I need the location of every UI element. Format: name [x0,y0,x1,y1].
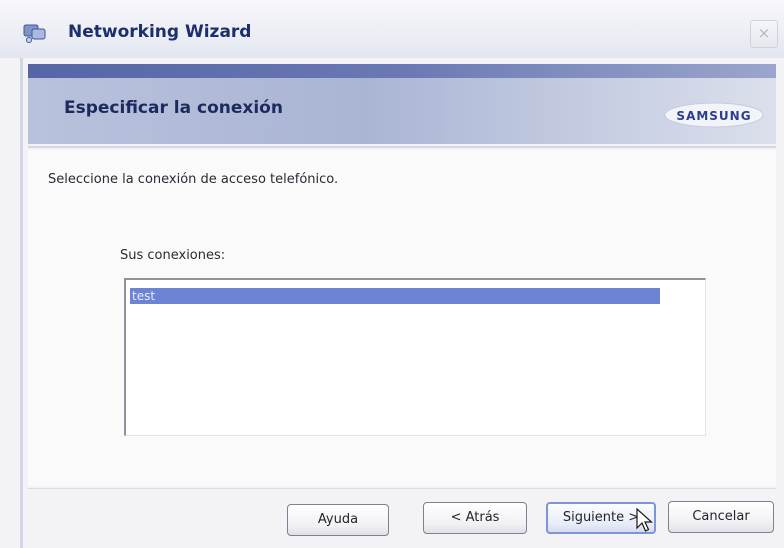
instructions-text: Seleccione la conexión de acceso telefón… [48,172,339,187]
mouse-cursor-icon [636,508,654,532]
banner-divider [28,146,776,148]
window-left-border [20,58,23,548]
wizard-header-banner: Especificar la conexión SAMSUNG [28,64,776,144]
banner-stripe [28,64,776,78]
title-bar[interactable]: Networking Wizard × [0,0,784,58]
window-title: Networking Wizard [68,22,252,42]
samsung-logo: SAMSUNG [664,102,764,128]
connections-label: Sus conexiones: [120,248,226,263]
networking-wizard-window: Networking Wizard × Especificar la conex… [0,0,784,548]
connections-listbox[interactable]: test [124,278,706,436]
close-button[interactable]: × [750,20,778,48]
samsung-logo-text: SAMSUNG [676,109,751,123]
back-button[interactable]: < Atrás [423,502,527,534]
networking-wizard-icon [23,24,46,43]
step-title: Especificar la conexión [64,98,283,118]
close-icon: × [757,24,771,42]
connection-item-test[interactable]: test [130,288,660,304]
cancel-button[interactable]: Cancelar [668,501,774,533]
help-button[interactable]: Ayuda [287,504,389,536]
footer-divider [28,488,776,489]
